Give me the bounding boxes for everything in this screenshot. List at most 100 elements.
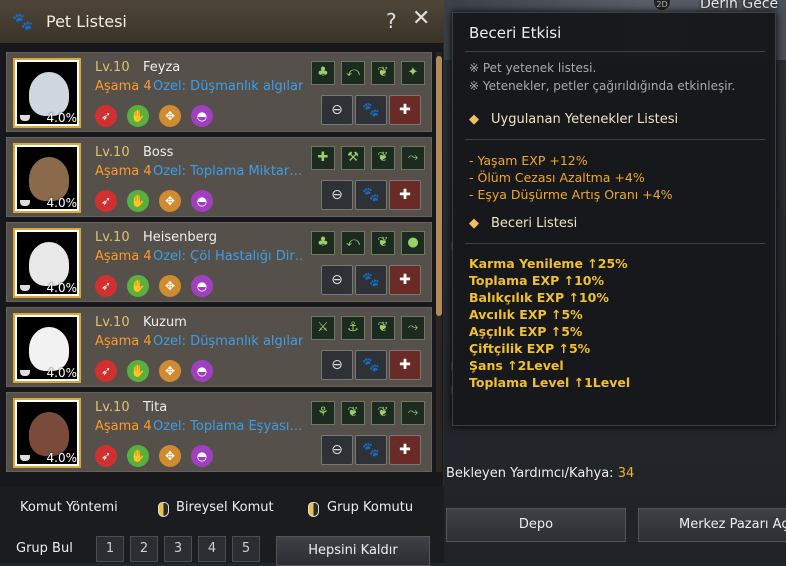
skill-line: Balıkçılık EXP ↑10% — [469, 290, 609, 305]
hand-icon[interactable]: ✋ — [127, 190, 149, 212]
pet-stage: Aşama 4 — [95, 164, 152, 179]
pet-skill-icon[interactable]: ❦ — [371, 61, 395, 85]
hand-icon[interactable]: ✋ — [127, 275, 149, 297]
pet-skill-icon[interactable]: ♣ — [311, 61, 335, 85]
pet-skill-icon[interactable]: ❦ — [371, 401, 395, 425]
group-number-button[interactable]: 5 — [232, 536, 260, 562]
feed-button[interactable]: ⊖ — [321, 95, 353, 125]
window-titlebar[interactable]: 🐾 Pet Listesi ? ✕ — [0, 0, 444, 44]
run-icon[interactable]: ➶ — [95, 445, 117, 467]
pet-skill-icon[interactable]: ⚔ — [311, 316, 335, 340]
paw-command-button[interactable]: 🐾 — [355, 350, 387, 380]
central-market-button[interactable]: Merkez Pazarı Aç — [638, 508, 786, 542]
storage-button[interactable]: Depo — [446, 508, 626, 542]
divider — [465, 243, 765, 244]
pet-skill-icon[interactable]: ● — [401, 231, 425, 255]
pet-hunger-percent: 4.0% — [46, 196, 78, 210]
compass-icon[interactable]: ✥ — [159, 190, 181, 212]
help-button[interactable]: ? — [386, 9, 397, 33]
pet-skill-icon[interactable]: ❦ — [371, 146, 395, 170]
pet-skill-icon[interactable]: ⤺ — [341, 61, 365, 85]
pet-skill-icon[interactable]: ✚ — [311, 146, 335, 170]
pet-card[interactable]: 4.0% Lv.10 Tita Aşama 4 Özel: Toplama Eşyası… — [6, 392, 432, 472]
compass-icon[interactable]: ✥ — [159, 445, 181, 467]
bag-icon[interactable]: ◓ — [191, 445, 213, 467]
pet-portrait[interactable]: 4.0% — [13, 143, 81, 213]
run-icon[interactable]: ➶ — [95, 275, 117, 297]
bag-icon[interactable]: ◓ — [191, 360, 213, 382]
map-zoom-icon[interactable]: 2D — [654, 0, 670, 10]
pet-name: Kuzum — [143, 315, 187, 330]
bag-icon[interactable]: ◓ — [191, 190, 213, 212]
run-icon[interactable]: ➶ — [95, 105, 117, 127]
pet-portrait[interactable]: 4.0% — [13, 398, 81, 468]
feed-button[interactable]: ⊖ — [321, 265, 353, 295]
food-bowl-icon — [20, 200, 30, 206]
pet-special-ability: Özel: Düşmanlık algılar — [153, 334, 303, 349]
seal-pet-button[interactable]: ✚ — [389, 350, 421, 380]
pet-hunger-percent: 4.0% — [46, 281, 78, 295]
skill-line: Toplama EXP ↑10% — [469, 273, 605, 288]
pet-card[interactable]: 4.0% Lv.10 Boss Aşama 4 Özel: Toplama Miktar… — [6, 137, 432, 217]
pet-portrait[interactable]: 4.0% — [13, 313, 81, 383]
tooltip-note: ※ Yetenekler, petler çağırıldığında etki… — [469, 79, 736, 93]
pet-card[interactable]: 4.0% Lv.10 Heisenberg Aşama 4 Özel: Çöl Hast… — [6, 222, 432, 302]
feed-button[interactable]: ⊖ — [321, 180, 353, 210]
group-number-button[interactable]: 3 — [164, 536, 192, 562]
feed-button[interactable]: ⊖ — [321, 350, 353, 380]
scrollbar-thumb[interactable] — [436, 56, 442, 316]
seal-pet-button[interactable]: ✚ — [389, 435, 421, 465]
group-command-option[interactable]: Grup Komutu — [327, 500, 413, 515]
seal-pet-button[interactable]: ✚ — [389, 180, 421, 210]
pet-skill-icon[interactable]: ⚓ — [341, 316, 365, 340]
bag-icon[interactable]: ◓ — [191, 105, 213, 127]
pet-stage: Aşama 4 — [95, 419, 152, 434]
clear-all-button[interactable]: Hepsini Kaldır — [276, 536, 430, 566]
pet-stage: Aşama 4 — [95, 249, 152, 264]
pet-special-ability: Özel: Toplama Miktar… — [153, 164, 303, 179]
group-number-button[interactable]: 2 — [130, 536, 158, 562]
pet-skill-icon[interactable]: ⤺ — [341, 231, 365, 255]
group-number-button[interactable]: 1 — [96, 536, 124, 562]
run-icon[interactable]: ➶ — [95, 190, 117, 212]
waiting-helpers: Bekleyen Yardımcı/Kahya: 34 — [446, 466, 634, 481]
pet-skill-icon[interactable]: ⚒ — [341, 146, 365, 170]
pet-name: Heisenberg — [143, 230, 218, 245]
feed-button[interactable]: ⊖ — [321, 435, 353, 465]
pet-list-window: 🐾 Pet Listesi ? ✕ 4.0% Lv.10 Feyza Aşama 4Ö… — [0, 0, 444, 566]
pet-portrait[interactable]: 4.0% — [13, 58, 81, 128]
pet-skill-icon[interactable]: ✦ — [401, 61, 425, 85]
pet-special-ability: Özel: Düşmanlık algılar — [153, 79, 303, 94]
hand-icon[interactable]: ✋ — [127, 445, 149, 467]
pet-skill-icon[interactable]: ⤳ — [401, 316, 425, 340]
seal-pet-button[interactable]: ✚ — [389, 265, 421, 295]
pet-card[interactable]: 4.0% Lv.10 Kuzum Aşama 4 Özel: Düşmanlık alg… — [6, 307, 432, 387]
hand-icon[interactable]: ✋ — [127, 105, 149, 127]
pet-skill-icon[interactable]: ⤳ — [401, 401, 425, 425]
group-number-button[interactable]: 4 — [198, 536, 226, 562]
pet-skill-icon[interactable]: ❦ — [371, 231, 395, 255]
pet-skill-icon[interactable]: ❦ — [341, 401, 365, 425]
seal-pet-button[interactable]: ✚ — [389, 95, 421, 125]
individual-command-option[interactable]: Bireysel Komut — [176, 500, 274, 515]
compass-icon[interactable]: ✥ — [159, 360, 181, 382]
skill-effect-tooltip: Beceri Etkisi ※ Pet yetenek listesi. ※ Y… — [452, 12, 776, 426]
paw-command-button[interactable]: 🐾 — [355, 180, 387, 210]
pet-skill-icon[interactable]: ❦ — [371, 316, 395, 340]
close-button[interactable]: ✕ — [412, 6, 430, 31]
compass-icon[interactable]: ✥ — [159, 105, 181, 127]
pet-skill-icon[interactable]: ⚘ — [311, 401, 335, 425]
hand-icon[interactable]: ✋ — [127, 360, 149, 382]
pet-portrait[interactable]: 4.0% — [13, 228, 81, 298]
paw-command-button[interactable]: 🐾 — [355, 265, 387, 295]
run-icon[interactable]: ➶ — [95, 360, 117, 382]
pet-skill-icon[interactable]: ♣ — [311, 231, 335, 255]
paw-command-button[interactable]: 🐾 — [355, 95, 387, 125]
applied-skill-line: - Ölüm Cezası Azaltma +4% — [469, 170, 645, 185]
skill-line: Toplama Level ↑1Level — [469, 375, 631, 390]
compass-icon[interactable]: ✥ — [159, 275, 181, 297]
pet-skill-icon[interactable]: ⤳ — [401, 146, 425, 170]
pet-card[interactable]: 4.0% Lv.10 Feyza Aşama 4 Özel: Düşmanlık alg… — [6, 52, 432, 132]
bag-icon[interactable]: ◓ — [191, 275, 213, 297]
paw-command-button[interactable]: 🐾 — [355, 435, 387, 465]
